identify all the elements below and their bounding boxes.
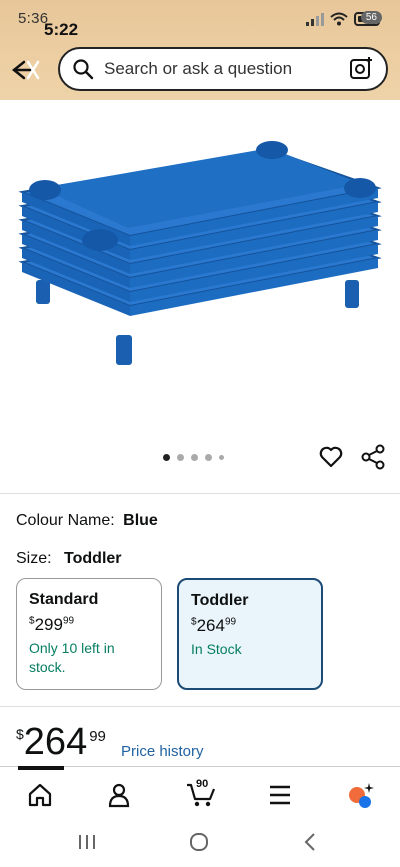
cart-count: 90 bbox=[196, 778, 209, 790]
price-whole: 264 bbox=[23, 721, 88, 763]
account-icon bbox=[108, 783, 130, 808]
price-fraction: 99 bbox=[89, 728, 106, 745]
product-page: 5:36 5:22 56 Search or ask a question Co… bbox=[0, 0, 400, 867]
app-header: 5:36 5:22 56 Search or ask a question bbox=[0, 0, 400, 100]
search-icon bbox=[73, 59, 94, 80]
product-image[interactable] bbox=[0, 100, 400, 490]
active-tab-indicator bbox=[18, 766, 64, 770]
share-button[interactable] bbox=[360, 444, 386, 470]
main-price: $ 264 99 bbox=[16, 722, 106, 762]
carousel-dot[interactable] bbox=[163, 454, 170, 461]
colour-value: Blue bbox=[123, 512, 158, 529]
size-option-toddler[interactable]: Toddler $26499 In Stock bbox=[177, 578, 323, 690]
size-label: Size: bbox=[16, 550, 52, 567]
divider bbox=[0, 706, 400, 707]
home-icon bbox=[28, 783, 52, 807]
size-option-standard[interactable]: Standard $29999 Only 10 left in stock. bbox=[16, 578, 162, 690]
cot-corner bbox=[29, 180, 61, 200]
price-history-link[interactable]: Price history bbox=[121, 743, 204, 760]
cot-leg bbox=[116, 335, 132, 365]
android-nav-bar bbox=[0, 822, 400, 867]
option-stock: In Stock bbox=[191, 641, 242, 657]
colour-row: Colour Name: Blue bbox=[16, 512, 158, 530]
option-price: $29999 bbox=[29, 615, 75, 634]
back-button[interactable] bbox=[8, 56, 42, 84]
cot-leg bbox=[36, 280, 50, 304]
back-arrow-icon bbox=[11, 60, 40, 80]
back-nav-icon[interactable] bbox=[300, 831, 320, 853]
cot-corner bbox=[82, 229, 118, 251]
search-bar[interactable]: Search or ask a question bbox=[58, 47, 388, 91]
signal-icon bbox=[306, 12, 324, 26]
status-time: 5:22 bbox=[44, 20, 79, 39]
option-price: $26499 bbox=[191, 616, 237, 635]
wifi-icon bbox=[330, 12, 348, 26]
nav-menu[interactable] bbox=[265, 780, 295, 810]
search-input[interactable]: Search or ask a question bbox=[104, 59, 348, 79]
size-value: Toddler bbox=[64, 550, 122, 567]
cot-corner bbox=[256, 141, 288, 159]
option-stock: Only 10 left in stock. bbox=[29, 640, 115, 675]
wishlist-button[interactable] bbox=[318, 444, 344, 470]
size-row: Size: Toddler bbox=[16, 550, 122, 568]
colour-label: Colour Name: bbox=[16, 512, 115, 529]
recents-icon[interactable] bbox=[76, 832, 98, 852]
nav-rufus[interactable] bbox=[345, 780, 375, 810]
cot-leg bbox=[345, 280, 359, 308]
cot-stack-image bbox=[18, 141, 382, 365]
heart-icon bbox=[319, 446, 343, 468]
nav-account[interactable] bbox=[104, 780, 134, 810]
price-currency: $ bbox=[16, 726, 24, 742]
carousel-dot[interactable] bbox=[205, 454, 212, 461]
camera-lens-icon[interactable] bbox=[348, 56, 374, 82]
cot-corner bbox=[344, 178, 376, 198]
nav-home[interactable] bbox=[25, 780, 55, 810]
carousel-dot[interactable] bbox=[191, 454, 198, 461]
carousel-dot[interactable] bbox=[177, 454, 184, 461]
carousel-dot[interactable] bbox=[219, 455, 224, 460]
option-name: Standard bbox=[29, 591, 99, 608]
battery-badge: 56 bbox=[360, 11, 382, 24]
menu-icon bbox=[270, 785, 290, 805]
divider bbox=[0, 493, 400, 494]
option-name: Toddler bbox=[191, 592, 249, 609]
share-icon bbox=[361, 444, 385, 470]
rufus-icon bbox=[349, 783, 374, 808]
carousel-dots[interactable] bbox=[163, 454, 224, 461]
home-circle-icon[interactable] bbox=[188, 831, 210, 853]
